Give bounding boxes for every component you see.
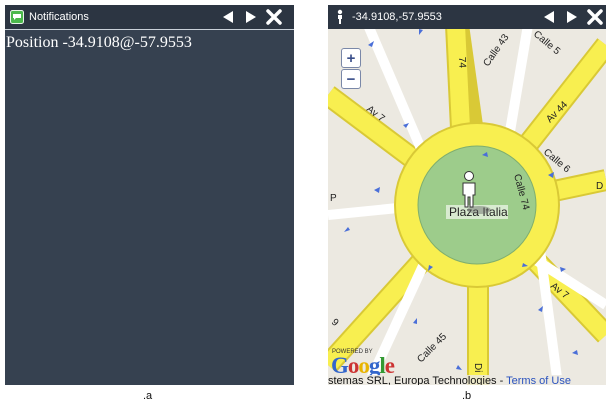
map-attribution: stemas SRL, Europa Technologies - Terms … xyxy=(328,375,606,385)
street-label: 9 xyxy=(329,317,341,329)
street-label: D xyxy=(596,181,603,192)
notifications-screen: Notifications Position -34.9108@-57.9553 xyxy=(5,5,294,385)
street-label: 74 xyxy=(456,57,467,69)
window-title: Notifications xyxy=(29,11,89,23)
map-screen: 74 Calle 43 Calle 5 Av 7 Av 44 Calle 6 C… xyxy=(328,5,606,385)
zoom-out-button[interactable]: − xyxy=(341,69,361,89)
street-label: Di xyxy=(472,363,483,372)
caption-a: .a xyxy=(143,390,153,402)
map-view[interactable]: 74 Calle 43 Calle 5 Av 7 Av 44 Calle 6 C… xyxy=(328,5,606,385)
street-label: Calle 43 xyxy=(481,32,511,69)
forward-arrow-icon[interactable] xyxy=(563,8,581,26)
street-label: Calle 45 xyxy=(415,331,449,365)
street-label: Calle 5 xyxy=(531,29,562,58)
chat-bubble-icon xyxy=(9,10,24,25)
street-label: P xyxy=(330,193,337,204)
nav-controls xyxy=(219,8,283,26)
nav-controls xyxy=(540,8,604,26)
title-bar: Notifications xyxy=(5,5,294,30)
close-icon[interactable] xyxy=(265,8,283,26)
back-arrow-icon[interactable] xyxy=(540,8,558,26)
terms-of-use-link[interactable]: Terms of Use xyxy=(506,375,571,385)
zoom-in-button[interactable]: + xyxy=(341,48,361,68)
caption-b: .b xyxy=(462,390,472,402)
back-arrow-icon[interactable] xyxy=(219,8,237,26)
position-notification: Position -34.9108@-57.9553 xyxy=(6,34,192,51)
title-bar: -34.9108,-57.9553 xyxy=(328,5,606,29)
attribution-text: stemas SRL, Europa Technologies - xyxy=(328,375,507,385)
close-icon[interactable] xyxy=(586,8,604,26)
forward-arrow-icon[interactable] xyxy=(242,8,260,26)
window-title: -34.9108,-57.9553 xyxy=(352,11,442,23)
person-icon xyxy=(332,9,347,25)
